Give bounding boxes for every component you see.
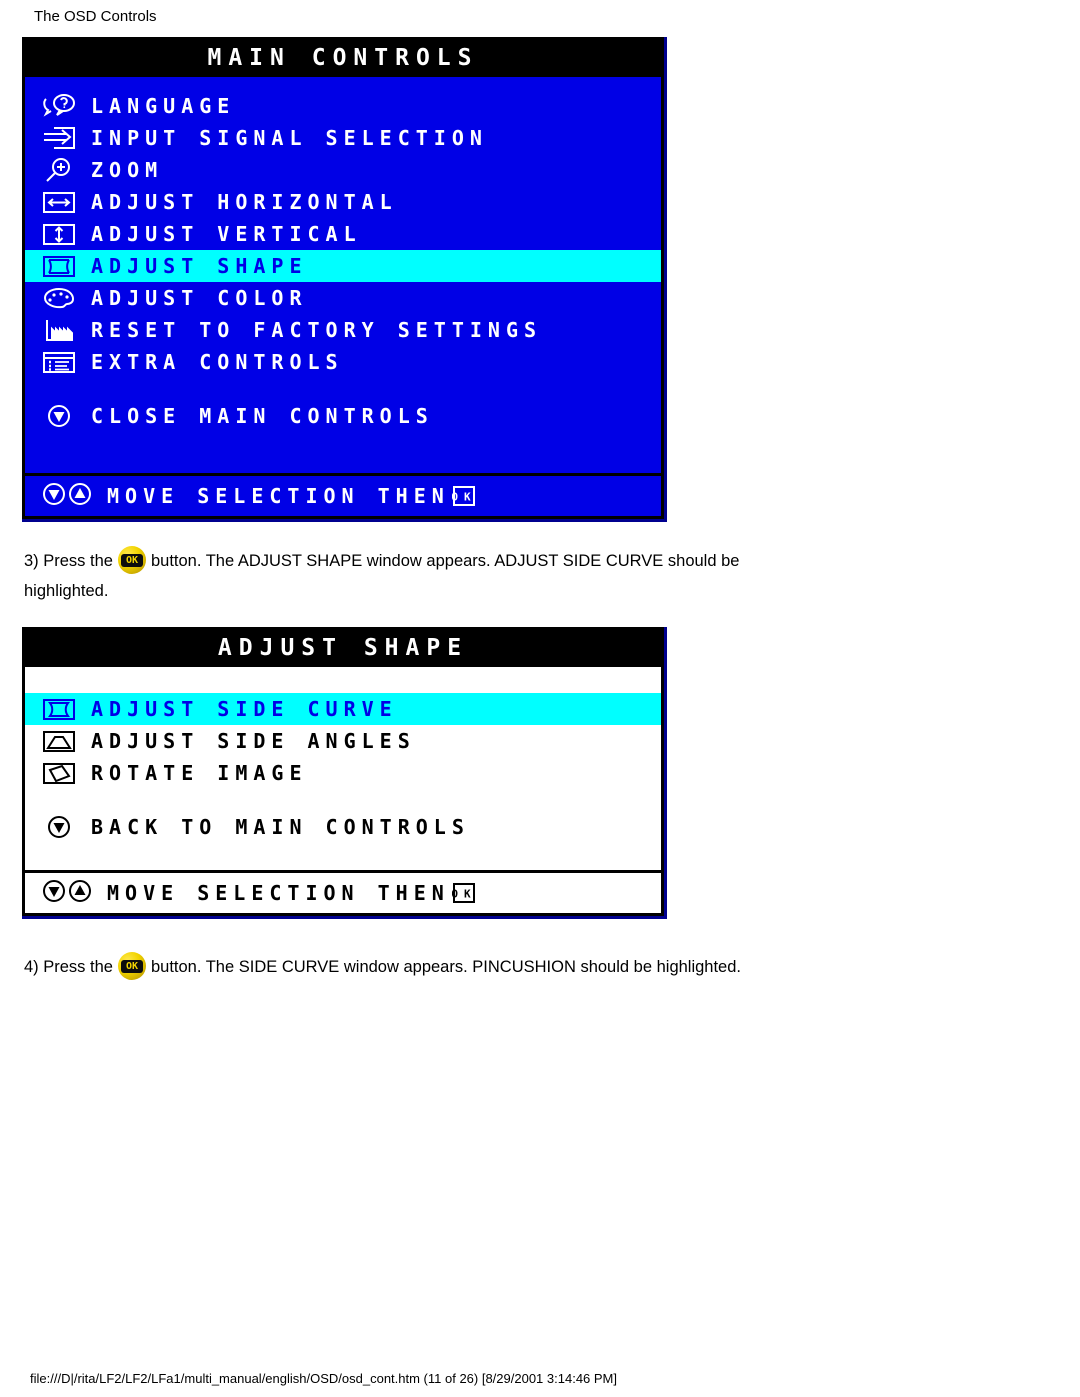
osd-shape-item-rotate-image[interactable]: ROTATE IMAGE (25, 757, 661, 789)
osd-shape-item-label: ADJUST SIDE ANGLES (91, 729, 416, 753)
step3-paragraph: 3) Press the OK button. The ADJUST SHAPE w… (24, 546, 1064, 606)
ok-glyph-icon: OK (452, 882, 476, 904)
step3-text-after: button. The ADJUST SHAPE window appears.… (150, 552, 740, 570)
osd-main-item-label: RESET TO FACTORY SETTINGS (91, 318, 543, 342)
osd-shape-back-label: BACK TO MAIN CONTROLS (91, 815, 470, 839)
osd-main-footer-hint: MOVE SELECTION THEN OK (25, 473, 661, 516)
osd-main-item-adjust-color[interactable]: ADJUST COLOR (25, 282, 661, 314)
osd-main-item-label: ZOOM (91, 158, 164, 182)
page-title: The OSD Controls (34, 8, 157, 25)
osd-main-footer-label: MOVE SELECTION THEN (107, 484, 450, 508)
zoom-magnifier-icon (41, 157, 77, 183)
osd-main-item-label: ADJUST COLOR (91, 286, 308, 310)
osd-shape-body: ADJUST SIDE CURVE ADJUST SIDE ANGLES ROT… (25, 667, 661, 870)
osd-main-item-label: LANGUAGE (91, 94, 236, 118)
osd-window-adjust-shape: ADJUST SHAPE ADJUST SIDE CURVE ADJUST SI… (22, 627, 667, 919)
vertical-arrows-icon (41, 221, 77, 247)
input-signal-icon (41, 125, 77, 151)
language-icon (41, 93, 77, 119)
step3-line2: highlighted. (24, 582, 109, 600)
down-arrow-circle-icon (41, 481, 67, 512)
osd-main-item-input-signal-selection[interactable]: INPUT SIGNAL SELECTION (25, 122, 661, 154)
step4-text-before: 4) Press the (24, 958, 113, 976)
up-arrow-circle-icon (67, 481, 93, 512)
osd-main-item-language[interactable]: LANGUAGE (25, 90, 661, 122)
extra-controls-icon (41, 349, 77, 375)
svg-text:OK: OK (452, 491, 476, 504)
ok-button-label: OK (120, 554, 143, 567)
osd-main-titlebar: MAIN CONTROLS (25, 40, 661, 77)
color-palette-icon (41, 285, 77, 311)
osd-main-item-reset-to-factory-settings[interactable]: RESET TO FACTORY SETTINGS (25, 314, 661, 346)
down-arrow-circle-icon (41, 814, 77, 840)
osd-main-footer-icons (41, 481, 93, 512)
osd-shape-item-adjust-side-curve[interactable]: ADJUST SIDE CURVE (25, 693, 661, 725)
ok-glyph-icon: OK (452, 485, 476, 507)
osd-main-body: LANGUAGE INPUT SIGNAL SELECTION ZOOM ADJ… (25, 77, 661, 473)
osd-main-item-zoom[interactable]: ZOOM (25, 154, 661, 186)
factory-reset-icon (41, 317, 77, 343)
osd-main-item-label: ADJUST SHAPE (91, 254, 308, 278)
osd-main-item-extra-controls[interactable]: EXTRA CONTROLS (25, 346, 661, 378)
osd-main-item-adjust-vertical[interactable]: ADJUST VERTICAL (25, 218, 661, 250)
osd-main-item-label: EXTRA CONTROLS (91, 350, 344, 374)
osd-shape-back-item[interactable]: BACK TO MAIN CONTROLS (25, 811, 661, 843)
side-angles-icon (41, 728, 77, 754)
osd-main-item-adjust-horizontal[interactable]: ADJUST HORIZONTAL (25, 186, 661, 218)
side-curve-icon (41, 696, 77, 722)
up-arrow-circle-icon (67, 878, 93, 909)
step4-text-after: button. The SIDE CURVE window appears. P… (150, 958, 741, 976)
osd-main-close-item[interactable]: CLOSE MAIN CONTROLS (25, 400, 661, 432)
osd-shape-item-label: ADJUST SIDE CURVE (91, 697, 398, 721)
osd-main-item-label: ADJUST HORIZONTAL (91, 190, 398, 214)
osd-shape-titlebar: ADJUST SHAPE (25, 630, 661, 667)
osd-main-item-label: ADJUST VERTICAL (91, 222, 362, 246)
horizontal-arrows-icon (41, 189, 77, 215)
osd-shape-footer-hint: MOVE SELECTION THEN OK (25, 870, 661, 913)
osd-main-item-adjust-shape[interactable]: ADJUST SHAPE (25, 250, 661, 282)
osd-window-main-controls: MAIN CONTROLS LANGUAGE INPUT SIGNAL SELE… (22, 37, 667, 522)
down-arrow-circle-icon (41, 403, 77, 429)
ok-button-icon[interactable]: OK (117, 546, 146, 574)
step4-paragraph: 4) Press the OK button. The SIDE CURVE win… (24, 952, 1064, 982)
osd-main-close-label: CLOSE MAIN CONTROLS (91, 404, 434, 428)
osd-shape-footer-label: MOVE SELECTION THEN (107, 881, 450, 905)
svg-text:OK: OK (452, 888, 476, 901)
ok-button-icon[interactable]: OK (117, 952, 146, 980)
rotate-image-icon (41, 760, 77, 786)
shape-frame-icon (41, 253, 77, 279)
ok-button-label: OK (120, 960, 143, 973)
osd-main-item-label: INPUT SIGNAL SELECTION (91, 126, 488, 150)
osd-shape-blank-row (25, 667, 661, 693)
osd-shape-footer-icons (41, 878, 93, 909)
osd-shape-item-label: ROTATE IMAGE (91, 761, 308, 785)
osd-shape-item-adjust-side-angles[interactable]: ADJUST SIDE ANGLES (25, 725, 661, 757)
page-footer-path: file:///D|/rita/LF2/LF2/LFa1/multi_manua… (30, 1371, 617, 1386)
step3-text-before: 3) Press the (24, 552, 113, 570)
down-arrow-circle-icon (41, 878, 67, 909)
